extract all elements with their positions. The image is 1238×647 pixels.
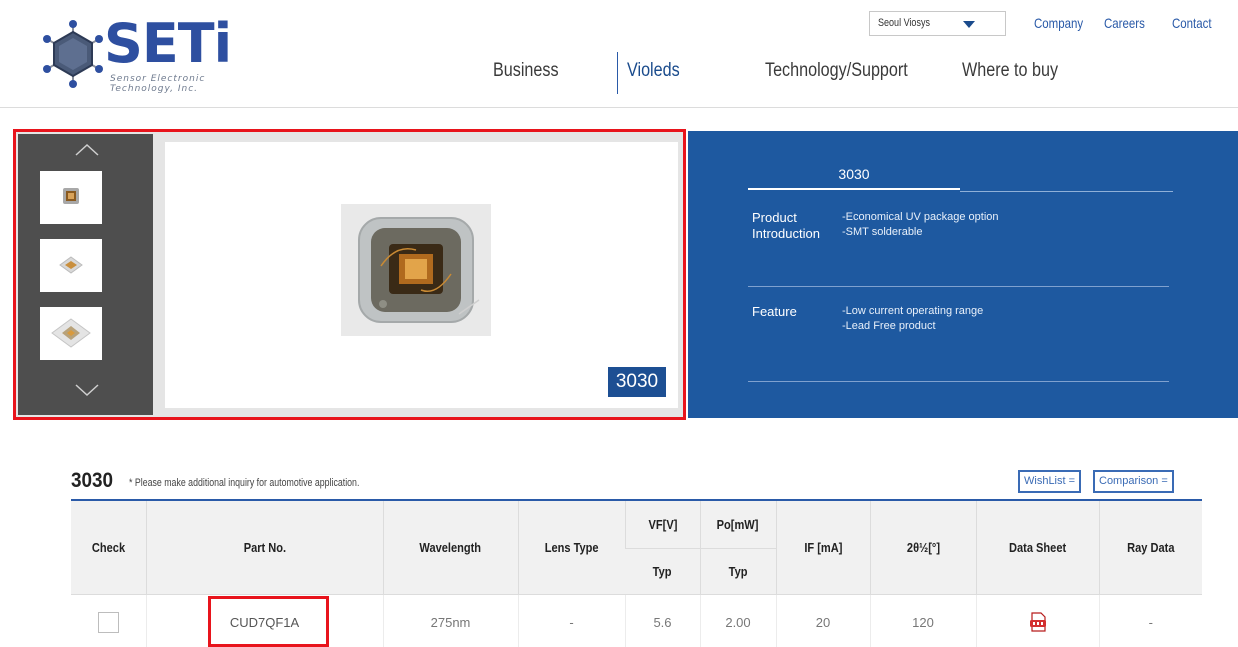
led-package-thumbnail-icon bbox=[63, 188, 79, 204]
product-introduction-label: Product Introduction bbox=[752, 210, 820, 241]
feature-line-1: -Low current operating range bbox=[842, 305, 984, 317]
product-model-badge: 3030 bbox=[608, 367, 666, 397]
product-main-image-view: 3030 bbox=[165, 142, 678, 408]
col-subheader-po-typ: Typ bbox=[699, 547, 776, 594]
logo-subtitle-line-2: Technology, Inc. bbox=[110, 84, 199, 94]
nav-technology-support[interactable]: Technology/Support bbox=[765, 60, 908, 82]
feature-line-2: -Lead Free product bbox=[842, 320, 936, 332]
led-package-angled-thumbnail-icon bbox=[59, 256, 83, 274]
logo-hexagon-icon bbox=[43, 20, 103, 88]
col-header-vf: VF[V] bbox=[624, 499, 700, 548]
cell-data-sheet bbox=[975, 593, 1099, 647]
chevron-up-icon[interactable] bbox=[75, 143, 99, 157]
wishlist-button[interactable]: WishList = bbox=[1018, 470, 1082, 493]
chevron-down-icon bbox=[963, 21, 975, 28]
col-header-wavelength: Wavelength bbox=[382, 499, 518, 594]
cell-if: 20 bbox=[775, 593, 870, 647]
section-title: 3030 bbox=[71, 469, 114, 492]
cell-wavelength: 275nm bbox=[382, 593, 518, 647]
nav-where-to-buy[interactable]: Where to buy bbox=[962, 60, 1058, 82]
cell-check bbox=[71, 593, 146, 647]
tab-active-underline bbox=[748, 188, 960, 190]
nav-active-indicator bbox=[617, 52, 618, 94]
chevron-down-icon[interactable] bbox=[75, 383, 99, 397]
info-divider bbox=[748, 286, 1169, 287]
util-link-company[interactable]: Company bbox=[1034, 15, 1083, 31]
product-info-panel: 3030 Product Introduction -Economical UV… bbox=[688, 131, 1238, 418]
util-link-contact[interactable]: Contact bbox=[1172, 15, 1212, 31]
col-header-check: Check bbox=[71, 499, 146, 594]
col-header-part-no: Part No. bbox=[145, 499, 383, 594]
led-package-photo-icon bbox=[341, 204, 491, 336]
feature-label: Feature bbox=[752, 304, 797, 319]
region-select[interactable]: Seoul Viosys bbox=[869, 11, 1006, 36]
row-select-checkbox[interactable] bbox=[97, 611, 119, 633]
product-introduction-line-2: -SMT solderable bbox=[842, 226, 923, 238]
thumbnail-1[interactable] bbox=[40, 171, 102, 224]
col-subheader-vf-typ: Typ bbox=[625, 547, 700, 594]
info-divider bbox=[748, 381, 1169, 382]
nav-business[interactable]: Business bbox=[493, 60, 559, 82]
pdf-icon[interactable] bbox=[1029, 612, 1047, 632]
thumbnail-strip bbox=[18, 134, 153, 415]
tab-inactive-underline bbox=[960, 191, 1173, 192]
cell-ray-data: - bbox=[1098, 593, 1202, 647]
logo-wordmark: SETi bbox=[104, 12, 232, 75]
comparison-button[interactable]: Comparison = bbox=[1093, 470, 1174, 493]
col-header-lens-type: Lens Type bbox=[517, 499, 625, 594]
site-header: SETi Sensor Electronic Technology, Inc. … bbox=[0, 0, 1238, 108]
thumbnail-2[interactable] bbox=[40, 239, 102, 292]
logo-subtitle-line-1: Sensor Electronic bbox=[110, 74, 206, 84]
thumbnail-3[interactable] bbox=[40, 307, 102, 360]
part-number-highlight-frame bbox=[208, 596, 329, 647]
nav-violeds[interactable]: Violeds bbox=[627, 60, 680, 82]
cell-po-typ: 2.00 bbox=[699, 593, 776, 647]
cell-vf-typ: 5.6 bbox=[624, 593, 700, 647]
tab-3030[interactable]: 3030 bbox=[748, 166, 960, 182]
product-introduction-line-1: -Economical UV package option bbox=[842, 211, 999, 223]
col-header-ray-data: Ray Data bbox=[1098, 499, 1202, 594]
util-link-careers[interactable]: Careers bbox=[1104, 15, 1145, 31]
region-select-value: Seoul Viosys bbox=[878, 17, 930, 29]
led-package-side-thumbnail-icon bbox=[51, 318, 91, 348]
col-header-angle: 2θ½[°] bbox=[869, 499, 976, 594]
col-header-if: IF [mA] bbox=[775, 499, 870, 594]
col-header-po: Po[mW] bbox=[699, 499, 776, 548]
automotive-note: * Please make additional inquiry for aut… bbox=[129, 477, 360, 489]
seti-logo[interactable]: SETi Sensor Electronic Technology, Inc. bbox=[42, 12, 242, 96]
col-header-data-sheet: Data Sheet bbox=[975, 499, 1099, 594]
cell-lens-type: - bbox=[517, 593, 625, 647]
cell-angle: 120 bbox=[869, 593, 976, 647]
